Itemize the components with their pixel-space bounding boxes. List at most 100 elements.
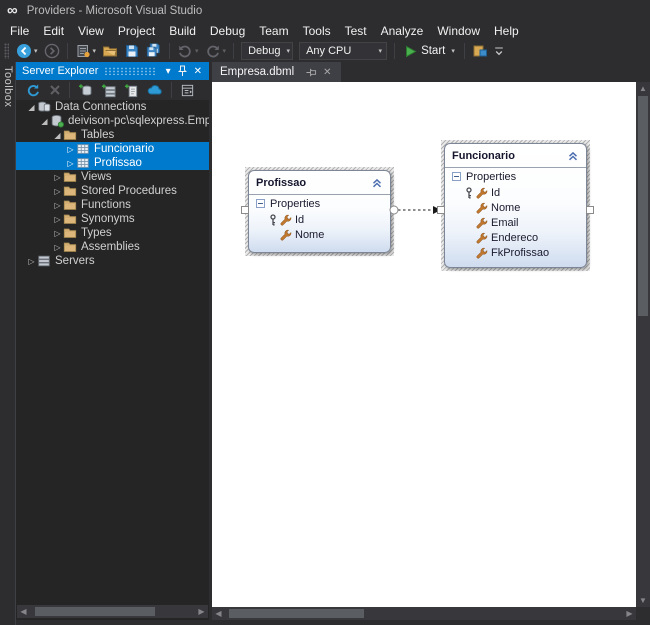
- property-id[interactable]: Id: [445, 185, 586, 200]
- expand-expander-icon[interactable]: ▷: [52, 215, 63, 224]
- menu-help[interactable]: Help: [487, 23, 526, 39]
- menu-test[interactable]: Test: [338, 23, 374, 39]
- collapse-expander-icon[interactable]: ◢: [26, 103, 37, 112]
- navigate-forward-button: [42, 42, 62, 60]
- expand-expander-icon[interactable]: ▷: [52, 187, 63, 196]
- expand-expander-icon[interactable]: ▷: [52, 173, 63, 182]
- scroll-down-icon[interactable]: ▼: [636, 594, 650, 607]
- scrollbar-thumb[interactable]: [638, 96, 648, 316]
- server-explorer-titlebar[interactable]: Server Explorer ▾ ✕: [16, 62, 209, 80]
- expand-expander-icon[interactable]: ▷: [65, 145, 76, 154]
- save-button[interactable]: [122, 42, 142, 60]
- menu-tools[interactable]: Tools: [296, 23, 338, 39]
- navigate-backward-button[interactable]: ▾: [14, 42, 40, 60]
- scroll-left-icon[interactable]: ◀: [17, 607, 30, 616]
- expand-expander-icon[interactable]: ▷: [26, 257, 37, 266]
- attach-button[interactable]: [470, 42, 490, 60]
- tree-item-types[interactable]: ▷ Types: [16, 226, 209, 240]
- tree-item-views[interactable]: ▷ Views: [16, 170, 209, 184]
- menu-view[interactable]: View: [71, 23, 111, 39]
- menu-debug[interactable]: Debug: [203, 23, 252, 39]
- tree-item-label: Synonyms: [81, 213, 135, 225]
- connect-to-data-source-button[interactable]: [122, 82, 141, 99]
- solution-platforms-combo[interactable]: Any CPU ▾: [299, 42, 388, 60]
- collapse-chevron-icon[interactable]: [371, 177, 383, 189]
- editor-vscrollbar[interactable]: ▲ ▼: [636, 82, 650, 607]
- server-explorer-toolbar: [16, 80, 209, 100]
- property-id[interactable]: Id: [249, 212, 390, 227]
- menu-build[interactable]: Build: [162, 23, 203, 39]
- tree-item-synonyms[interactable]: ▷ Synonyms: [16, 212, 209, 226]
- new-project-button[interactable]: ▾: [73, 42, 99, 60]
- property-endereco[interactable]: Endereco: [445, 230, 586, 245]
- server-explorer-tree: ◢ Data Connections ◢ deivison-pc\sqlexpress…: [16, 100, 209, 603]
- close-icon[interactable]: ✕: [191, 66, 205, 77]
- menu-project[interactable]: Project: [111, 23, 162, 39]
- entity-header[interactable]: Profissao: [249, 171, 390, 195]
- connect-to-database-button[interactable]: [76, 82, 95, 99]
- entity-profissao[interactable]: Profissao Properties Id Nome: [245, 167, 394, 256]
- property-nome[interactable]: Nome: [445, 200, 586, 215]
- wrench-icon: [476, 232, 491, 244]
- tree-item-label: Funcionario: [94, 143, 155, 155]
- scroll-right-icon[interactable]: ▶: [623, 607, 636, 620]
- menu-analyze[interactable]: Analyze: [374, 23, 431, 39]
- entity-header[interactable]: Funcionario: [445, 144, 586, 168]
- tab-empresa-dbml[interactable]: Empresa.dbml ✕: [212, 62, 341, 82]
- collapse-box-icon[interactable]: [452, 172, 461, 181]
- tree-item-functions[interactable]: ▷ Functions: [16, 198, 209, 212]
- open-file-button[interactable]: [100, 42, 120, 60]
- properties-section-header[interactable]: Properties: [445, 168, 586, 185]
- scroll-right-icon[interactable]: ▶: [195, 607, 208, 616]
- toolbar-options-icon[interactable]: [492, 44, 506, 59]
- property-email[interactable]: Email: [445, 215, 586, 230]
- collapse-box-icon[interactable]: [256, 199, 265, 208]
- tree-item-assemblies[interactable]: ▷ Assemblies: [16, 240, 209, 254]
- collapse-expander-icon[interactable]: ◢: [39, 117, 50, 126]
- stop-refresh-button: [47, 83, 63, 97]
- tree-item-data-connections[interactable]: ◢ Data Connections: [16, 100, 209, 114]
- menu-bar: File Edit View Project Build Debug Team Tools Te…: [0, 22, 650, 40]
- connect-to-server-button[interactable]: [99, 82, 118, 99]
- scroll-up-icon[interactable]: ▲: [636, 82, 650, 95]
- menu-team[interactable]: Team: [252, 23, 295, 39]
- scrollbar-thumb[interactable]: [229, 609, 364, 618]
- expand-expander-icon[interactable]: ▷: [52, 229, 63, 238]
- save-all-button[interactable]: [144, 42, 164, 60]
- menu-edit[interactable]: Edit: [36, 23, 71, 39]
- tree-item-servers[interactable]: ▷ Servers: [16, 254, 209, 268]
- property-fkprofissao[interactable]: FkProfissao: [445, 245, 586, 260]
- refresh-button[interactable]: [24, 82, 43, 99]
- scrollbar-thumb[interactable]: [35, 607, 155, 616]
- tree-item-profissao[interactable]: ▷ Profissao: [16, 156, 209, 170]
- expand-expander-icon[interactable]: ▷: [52, 201, 63, 210]
- collapse-chevron-icon[interactable]: [567, 150, 579, 162]
- tab-close-icon[interactable]: ✕: [320, 67, 334, 78]
- sql-server-object-explorer-button[interactable]: [178, 82, 197, 99]
- tree-item-funcionario[interactable]: ▷ Funcionario: [16, 142, 209, 156]
- tab-pin-icon[interactable]: [302, 67, 320, 78]
- tree-item-stored-procedures[interactable]: ▷ Stored Procedures: [16, 184, 209, 198]
- pin-icon[interactable]: [174, 65, 191, 77]
- window-position-icon[interactable]: ▾: [163, 66, 174, 77]
- solution-configurations-combo[interactable]: Debug ▾: [241, 42, 294, 60]
- expand-expander-icon[interactable]: ▷: [52, 243, 63, 252]
- attach-icon: [472, 43, 488, 59]
- collapse-expander-icon[interactable]: ◢: [52, 131, 63, 140]
- dbml-design-surface[interactable]: Profissao Properties Id Nome Funcionario Prop…: [212, 82, 636, 607]
- folder-icon: [63, 198, 77, 212]
- tree-item-deivison-pc-sqlexpress-empresa-d[interactable]: ◢ deivison-pc\sqlexpress.Empresa.d: [16, 114, 209, 128]
- server-explorer-hscrollbar[interactable]: ◀ ▶: [17, 605, 208, 618]
- menu-window[interactable]: Window: [430, 23, 487, 39]
- scroll-left-icon[interactable]: ◀: [212, 607, 225, 620]
- editor-hscrollbar[interactable]: ◀ ▶: [212, 607, 636, 620]
- toolbox-tab[interactable]: Toolbox: [2, 62, 14, 107]
- menu-file[interactable]: File: [3, 23, 36, 39]
- connect-to-azure-button[interactable]: [145, 81, 165, 99]
- expand-expander-icon[interactable]: ▷: [65, 159, 76, 168]
- start-button[interactable]: Start ▾: [402, 45, 457, 58]
- properties-section-header[interactable]: Properties: [249, 195, 390, 212]
- tree-item-tables[interactable]: ◢ Tables: [16, 128, 209, 142]
- property-nome[interactable]: Nome: [249, 227, 390, 242]
- entity-funcionario[interactable]: Funcionario Properties Id Nome Email Endereco…: [441, 140, 590, 271]
